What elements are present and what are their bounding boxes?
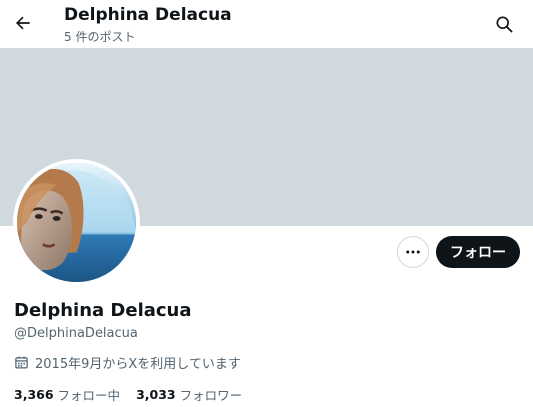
followers-count: 3,033 <box>136 387 176 402</box>
following-label: フォロー中 <box>57 388 121 403</box>
joined-date: 2015年9月からXを利用しています <box>14 352 241 372</box>
top-bar: Delphina Delacua 5 件のポスト <box>0 0 533 48</box>
more-horizontal-icon <box>406 250 420 254</box>
follow-button[interactable]: フォロー <box>436 236 520 268</box>
profile-handle: @DelphinaDelacua <box>14 326 138 341</box>
calendar-icon <box>14 354 30 370</box>
joined-text: 2015年9月からXを利用しています <box>35 356 241 372</box>
following-count: 3,366 <box>14 387 54 402</box>
profile-name: Delphina Delacua <box>14 300 192 321</box>
avatar-image <box>17 163 136 282</box>
avatar[interactable] <box>13 159 140 286</box>
follow-stats: 3,366 フォロー中 3,033 フォロワー <box>14 385 258 404</box>
followers-label: フォロワー <box>179 388 243 403</box>
post-count: 5 件のポスト <box>64 30 136 44</box>
following-link[interactable]: 3,366 フォロー中 <box>14 385 120 404</box>
header-title-group: Delphina Delacua 5 件のポスト <box>64 4 232 45</box>
back-button[interactable] <box>8 8 38 38</box>
more-options-button[interactable] <box>397 236 429 268</box>
search-icon <box>496 16 513 33</box>
arrow-left-icon <box>16 16 30 30</box>
search-button[interactable] <box>489 9 519 39</box>
followers-link[interactable]: 3,033 フォロワー <box>136 385 242 404</box>
page-title: Delphina Delacua <box>64 5 232 25</box>
